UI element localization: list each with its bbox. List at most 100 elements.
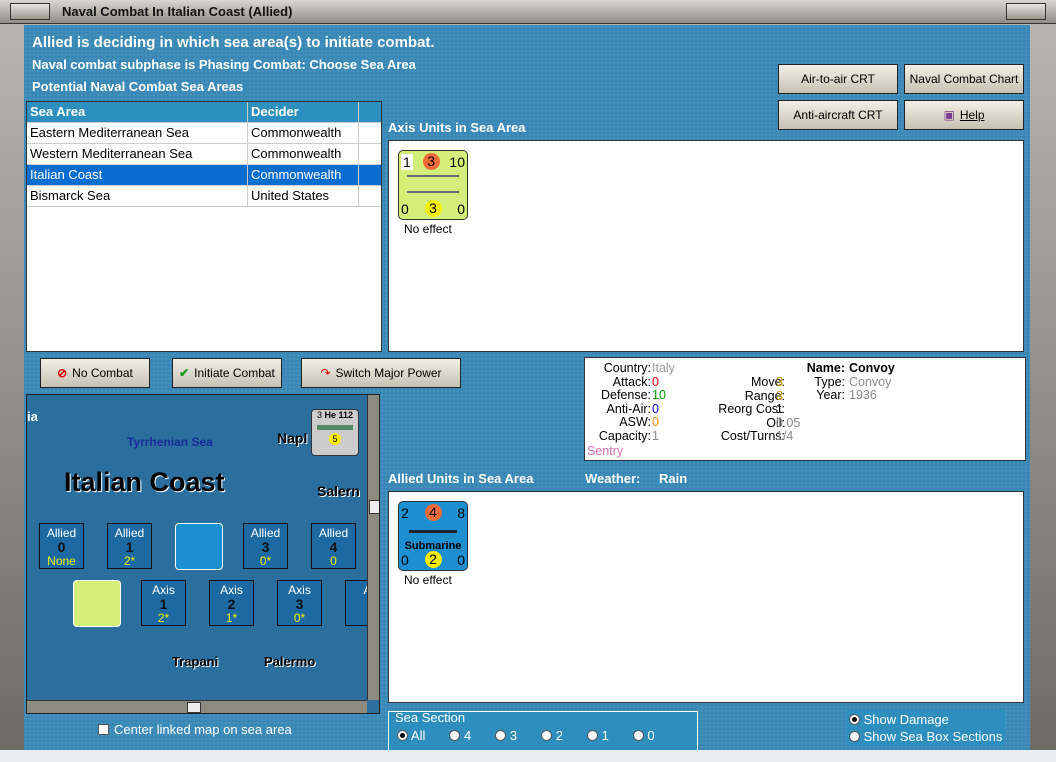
asw-value: 0 <box>652 415 659 429</box>
box-number: 0 <box>57 539 66 555</box>
axis-units-panel: 1 3 10 030 No effect <box>388 140 1024 352</box>
axis-unit-status: No effect <box>404 222 452 236</box>
allied-sea-box-4[interactable]: Allied 4 0 <box>311 523 356 569</box>
attack-value: 0 <box>652 374 659 389</box>
air-unit-counter[interactable]: 3 He 112 5 <box>311 409 359 456</box>
radio-label: 2 <box>555 728 563 743</box>
box-value: 0* <box>293 611 306 625</box>
label: Move: <box>750 375 785 389</box>
label: Oil: <box>766 415 785 430</box>
show-damage-radio[interactable]: Show Damage <box>849 711 1002 728</box>
axis-unit-counter[interactable]: 1 3 10 030 <box>398 150 468 220</box>
initiate-combat-button[interactable]: ✔ Initiate Combat <box>172 358 282 388</box>
naval-combat-chart-button[interactable]: Naval Combat Chart <box>904 64 1024 94</box>
cell: Commonwealth <box>248 165 359 185</box>
close-button[interactable] <box>1006 3 1046 20</box>
radio-2[interactable]: 2 <box>541 728 563 743</box>
label: Attack: <box>612 374 651 389</box>
no-combat-label: No Combat <box>72 366 133 380</box>
cell: Commonwealth <box>248 123 359 143</box>
allied-sea-box-3[interactable]: Allied 3 0* <box>243 523 288 569</box>
map-title: Italian Coast <box>64 467 225 497</box>
book-icon: ▣ <box>943 108 955 122</box>
info-values-left: Italy 0 10 0 0 1 <box>652 361 675 443</box>
allied-units-panel: 248 Submarine 020 No effect <box>388 491 1024 703</box>
sea-area-map[interactable]: ia Tyrrhenian Sea Napl Salern Italian Co… <box>26 394 380 714</box>
anti-aircraft-crt-button[interactable]: Anti-aircraft CRT <box>778 100 898 130</box>
allied-unit-counter[interactable]: 248 Submarine 020 <box>398 501 468 571</box>
box-label: Axis <box>152 583 175 597</box>
axis-sea-box-3[interactable]: Axis 3 0* <box>277 580 322 626</box>
map-convoy-counter[interactable] <box>73 580 121 627</box>
label: Name: <box>806 361 845 375</box>
no-combat-button[interactable]: ⊘ No Combat <box>40 358 150 388</box>
submarine-icon <box>409 530 457 533</box>
radio-all[interactable]: All <box>397 728 425 743</box>
map-submarine-counter[interactable] <box>175 523 223 570</box>
air-unit-a: 3 <box>316 410 322 420</box>
name-value: Convoy <box>849 361 895 375</box>
box-value: 0* <box>259 554 272 568</box>
scroll-thumb[interactable] <box>187 702 201 713</box>
axis-sea-box-1[interactable]: Axis 1 2* <box>141 580 186 626</box>
label: Anti-Air: <box>606 401 651 416</box>
radio-dot <box>397 730 408 741</box>
box-number: 1 <box>159 596 168 612</box>
table-row[interactable]: Eastern Mediterranean Sea Commonwealth <box>27 123 381 144</box>
label: Type: <box>814 374 845 389</box>
air-to-air-crt-button[interactable]: Air-to-air CRT <box>778 64 898 94</box>
sea-label: Tyrrhenian Sea <box>127 435 213 449</box>
switch-major-power-button[interactable]: ↷ Switch Major Power <box>301 358 461 388</box>
help-button[interactable]: ▣ Help <box>904 100 1024 130</box>
city-label: Napl <box>277 430 308 446</box>
map-vertical-scrollbar[interactable] <box>367 395 379 700</box>
box-number: 2 <box>227 596 236 612</box>
radio-dot <box>849 731 860 742</box>
table-row-selected[interactable]: Italian Coast Commonwealth <box>27 165 381 186</box>
checkbox[interactable] <box>98 724 109 735</box>
label: Year: <box>816 388 845 402</box>
cell: Italian Coast <box>27 165 248 185</box>
box-label: Axis <box>288 583 311 597</box>
unit-bl: 0 <box>401 200 409 217</box>
cost-value: 1/4 <box>776 429 794 443</box>
no-icon: ⊘ <box>57 366 68 380</box>
radio-4[interactable]: 4 <box>449 728 471 743</box>
dialog-client: Allied is deciding in which sea area(s) … <box>24 25 1030 751</box>
radio-3[interactable]: 3 <box>495 728 517 743</box>
radio-label: 4 <box>463 728 472 743</box>
display-options: Show Damage Show Sea Box Sections <box>846 710 1006 746</box>
radio-dot <box>541 730 553 741</box>
capacity-value: 1 <box>652 428 659 443</box>
unit-move: 2 <box>424 551 442 568</box>
system-menu-button[interactable] <box>10 3 50 20</box>
radio-dot <box>849 714 860 725</box>
box-value: 0 <box>330 554 337 568</box>
allied-sea-box-0[interactable]: Allied 0 None <box>39 523 84 569</box>
switch-label: Switch Major Power <box>335 366 442 380</box>
header-line1: Allied is deciding in which sea area(s) … <box>32 34 435 51</box>
radio-1[interactable]: 1 <box>586 728 609 743</box>
allied-sea-box-1[interactable]: Allied 1 2* <box>107 523 152 569</box>
radio-dot <box>449 730 461 741</box>
axis-sea-box-2[interactable]: Axis 2 1* <box>209 580 254 626</box>
title-bar: Naval Combat In Italian Coast (Allied) <box>0 0 1056 24</box>
table-header: Sea Area Decider <box>27 102 381 123</box>
cell: Western Mediterranean Sea <box>27 144 248 164</box>
unit-capacity: 10 <box>449 153 465 170</box>
label: Cost/Turns: <box>720 429 785 443</box>
allied-units-label: Allied Units in Sea Area <box>388 471 534 486</box>
weather-value: Rain <box>659 471 688 486</box>
info-labels-mid: Move: Range: Reorg Cost: Oil: Cost/Turns: <box>685 375 785 444</box>
table-row[interactable]: Bismarck Sea United States <box>27 186 381 207</box>
map-horizontal-scrollbar[interactable] <box>27 700 367 713</box>
allied-unit-status: No effect <box>404 573 452 587</box>
cell: Bismarck Sea <box>27 186 248 206</box>
center-map-checkbox[interactable]: Center linked map on sea area <box>98 722 292 737</box>
box-value: 2* <box>123 554 136 568</box>
show-sea-box-sections-radio[interactable]: Show Sea Box Sections <box>849 728 1002 745</box>
scroll-thumb[interactable] <box>369 500 379 514</box>
box-number: 3 <box>261 539 270 555</box>
radio-0[interactable]: 0 <box>632 728 655 743</box>
table-row[interactable]: Western Mediterranean Sea Commonwealth <box>27 144 381 165</box>
